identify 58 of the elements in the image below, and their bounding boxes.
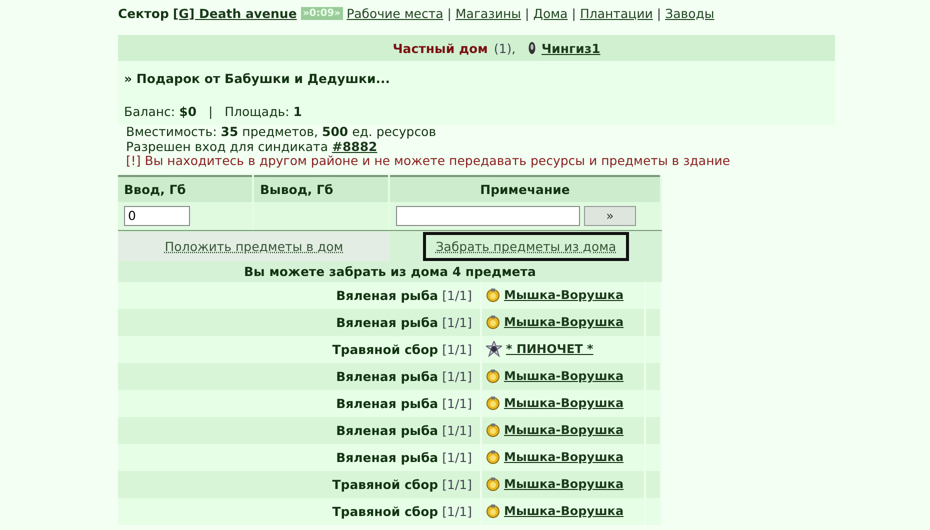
- house-type: Частный дом: [392, 40, 488, 56]
- notice-text: Вы можете забрать из дома 4 предмета: [118, 262, 662, 282]
- tab[interactable]: Забрать предметы из дома: [422, 232, 630, 260]
- tab[interactable]: Положить предметы в дом: [118, 232, 390, 260]
- item-name: Вяленая рыба: [336, 450, 438, 464]
- medal-icon: [486, 396, 500, 410]
- syndicate-link[interactable]: #8882: [332, 138, 378, 154]
- separator: |: [656, 6, 662, 21]
- item-quantity: [1/1]: [442, 368, 472, 384]
- item-name: Вяленая рыба: [336, 288, 438, 302]
- medal-icon: [486, 288, 500, 302]
- warning-text: [!] Вы находитесь в другом районе и не можете передавать ресурсы и предметы в здание: [126, 154, 732, 168]
- nav-link[interactable]: Рабочие места: [346, 6, 444, 21]
- item-quantity: [1/1]: [442, 342, 472, 356]
- item-quantity: [1/1]: [442, 314, 472, 330]
- item-quantity: [1/1]: [442, 504, 472, 518]
- medal-icon: [486, 369, 500, 383]
- item-name: Вяленая рыба: [336, 314, 438, 330]
- item-quantity: [1/1]: [442, 476, 472, 492]
- timer-badge: »0:09»: [300, 7, 343, 20]
- item-quantity: [1/1]: [442, 422, 472, 438]
- column-header: Вывод, Гб: [253, 176, 389, 202]
- separator: |: [572, 6, 576, 21]
- nav-link[interactable]: Магазины: [456, 6, 521, 21]
- separator: |: [447, 6, 452, 21]
- sector-link[interactable]: [G] Death avenue: [172, 6, 297, 21]
- owner-link[interactable]: Чингиз1: [542, 40, 600, 56]
- note-field[interactable]: [396, 206, 580, 226]
- submit-button[interactable]: »: [584, 206, 636, 226]
- input-field[interactable]: 0: [124, 206, 190, 226]
- medal-icon: [486, 504, 500, 518]
- column-header: Примечание: [389, 176, 661, 202]
- item-name: Травяной сбор: [332, 476, 438, 492]
- item-name: Травяной сбор: [332, 342, 438, 356]
- item-quantity: [1/1]: [442, 288, 472, 302]
- nav-link[interactable]: Дома: [533, 6, 568, 21]
- item-name: Травяной сбор: [332, 504, 438, 518]
- medal-icon: [486, 423, 500, 437]
- star-icon: [486, 341, 502, 357]
- separator: |: [525, 6, 530, 21]
- badge-icon: [528, 41, 536, 55]
- medal-icon: [486, 477, 500, 491]
- gift-title: » Подарок от Бабушки и Дедушки...: [123, 70, 391, 86]
- balance-text: Баланс: $0 | Площадь: 1: [123, 103, 303, 121]
- capacity-text: Вместимость: 35 предметов, 500 ед. ресурсов: [126, 125, 438, 140]
- medal-icon: [486, 315, 500, 329]
- column-header: Ввод, Гб: [118, 176, 253, 202]
- syndicate-text: Разрешен вход для синдиката #8882: [126, 140, 378, 154]
- item-quantity: [1/1]: [442, 396, 472, 410]
- house-count: (1),: [494, 40, 516, 56]
- item-name: Вяленая рыба: [336, 368, 438, 384]
- sector-label: Сектор: [118, 6, 169, 21]
- nav-link[interactable]: Заводы: [665, 6, 714, 21]
- medal-icon: [486, 450, 500, 464]
- item-name: Вяленая рыба: [336, 396, 438, 410]
- nav-link[interactable]: Плантации: [580, 6, 653, 21]
- item-quantity: [1/1]: [442, 450, 472, 464]
- item-name: Вяленая рыба: [336, 422, 438, 438]
